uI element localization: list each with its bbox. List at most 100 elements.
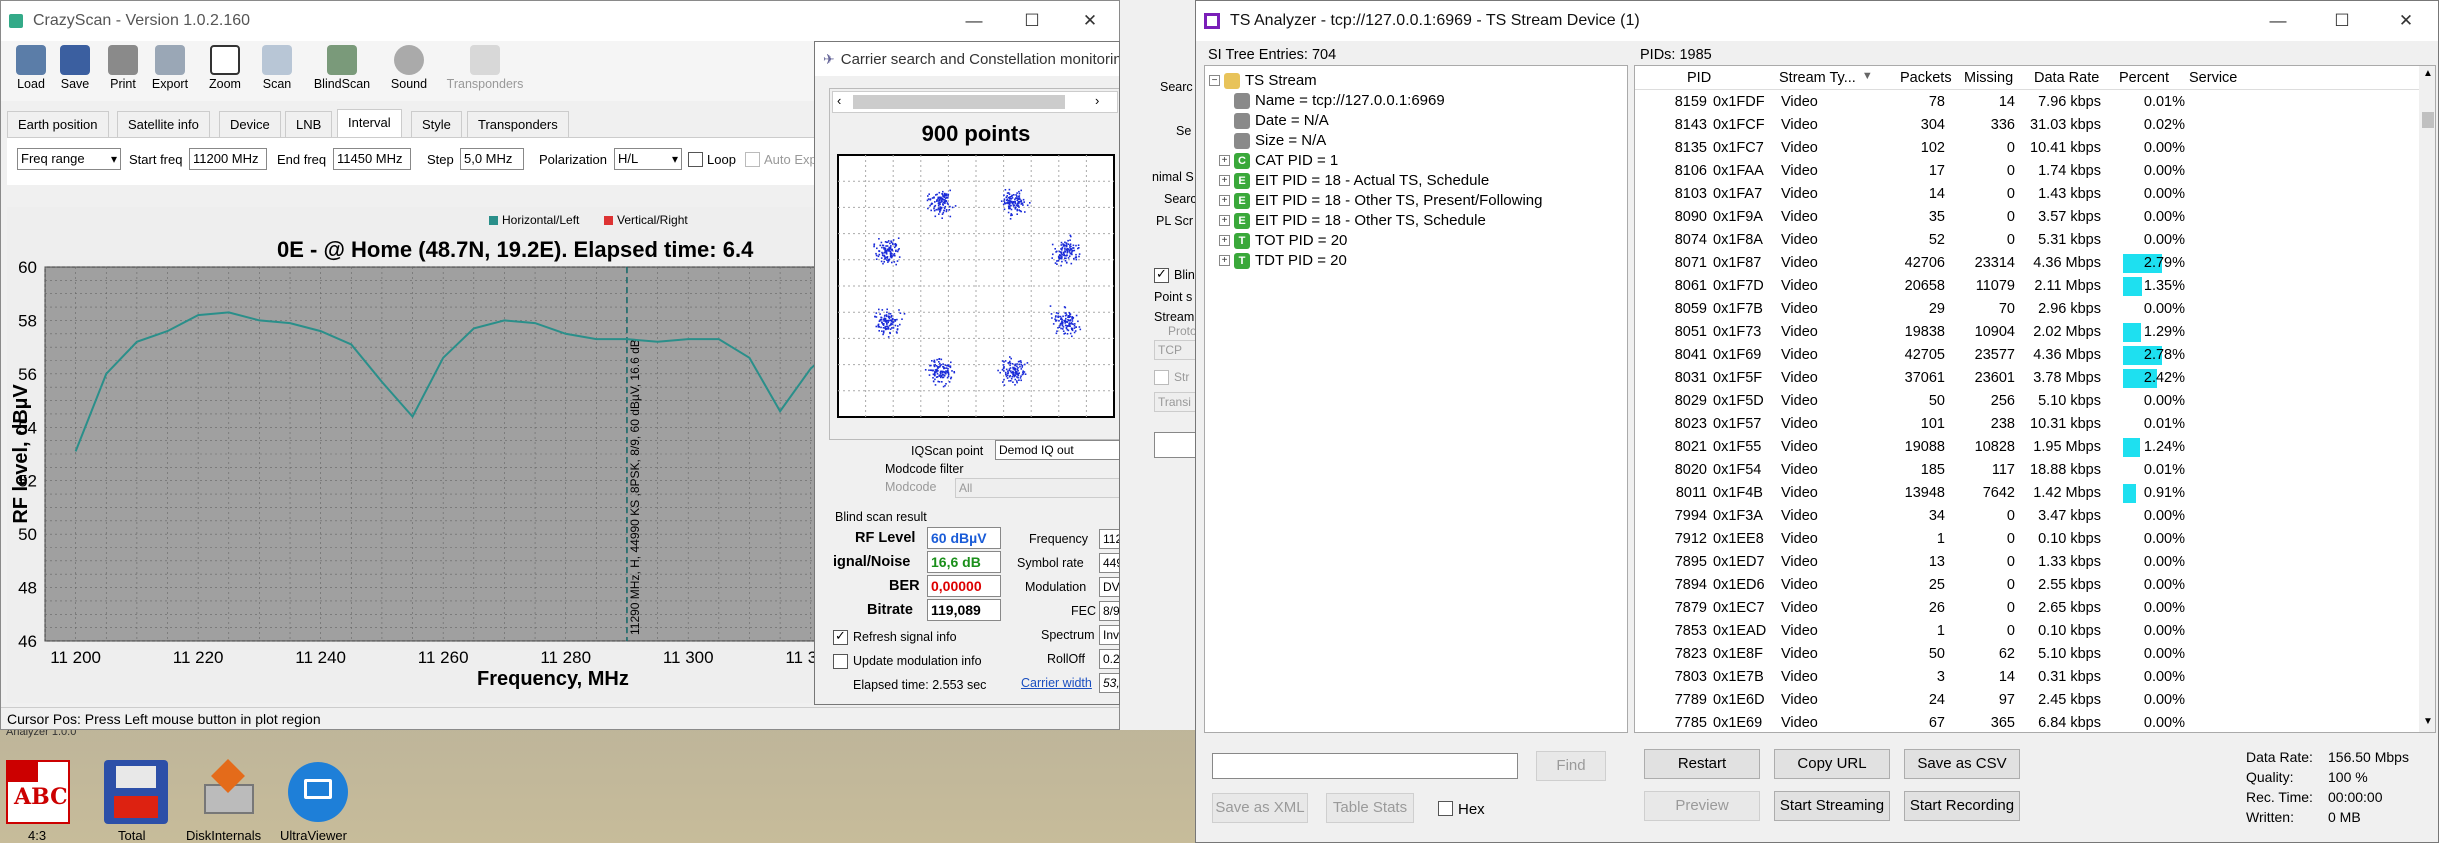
si-tree[interactable]: − TS Stream Name = tcp://127.0.0.1:6969 Dat… bbox=[1204, 65, 1628, 733]
scan-button[interactable]: Scan bbox=[253, 45, 301, 91]
tab-satellite-info[interactable]: Satellite info bbox=[117, 111, 210, 139]
tree-node[interactable]: + C CAT PID = 1 bbox=[1219, 152, 1338, 169]
table-row[interactable]: 8071 0x1F87 Video 42706 23314 4.36 Mbps 2.79% bbox=[1635, 252, 2419, 275]
tab-earth-position[interactable]: Earth position bbox=[7, 111, 109, 139]
tab-style[interactable]: Style bbox=[411, 111, 462, 139]
range-mode-select[interactable]: Freq range bbox=[17, 148, 121, 170]
stream-checkbox[interactable] bbox=[1154, 370, 1169, 385]
scroll-thumb[interactable] bbox=[2422, 112, 2434, 128]
expand-icon[interactable]: + bbox=[1219, 235, 1230, 246]
tree-node[interactable]: + E EIT PID = 18 - Other TS, Schedule bbox=[1219, 212, 1486, 229]
table-row[interactable]: 7879 0x1EC7 Video 26 0 2.65 kbps 0.00% bbox=[1635, 597, 2419, 620]
table-row[interactable]: 8031 0x1F5F Video 37061 23601 3.78 Mbps 2.42% bbox=[1635, 367, 2419, 390]
abc-app-icon[interactable]: ABC bbox=[6, 760, 70, 824]
loop-checkbox[interactable] bbox=[688, 152, 703, 167]
ultraviewer-icon[interactable] bbox=[288, 762, 348, 822]
table-row[interactable]: 8090 0x1F9A Video 35 0 3.57 kbps 0.00% bbox=[1635, 206, 2419, 229]
expand-icon[interactable]: + bbox=[1219, 175, 1230, 186]
blind-checkbox[interactable]: ✓ bbox=[1154, 266, 1169, 283]
expand-icon[interactable]: + bbox=[1219, 215, 1230, 226]
table-row[interactable]: 7853 0x1EAD Video 1 0 0.10 kbps 0.00% bbox=[1635, 620, 2419, 643]
scroll-up-icon[interactable]: ▲ bbox=[2423, 68, 2433, 79]
tree-node[interactable]: Date = N/A bbox=[1219, 112, 1329, 129]
update-modulation-checkbox[interactable] bbox=[833, 654, 848, 669]
table-row[interactable]: 8041 0x1F69 Video 42705 23577 4.36 Mbps 2.78% bbox=[1635, 344, 2419, 367]
table-row[interactable]: 8021 0x1F55 Video 19088 10828 1.95 Mbps 1.24% bbox=[1635, 436, 2419, 459]
hex-checkbox[interactable] bbox=[1438, 801, 1453, 816]
table-row[interactable]: 7823 0x1E8F Video 50 62 5.10 kbps 0.00% bbox=[1635, 643, 2419, 666]
tree-node[interactable]: + E EIT PID = 18 - Other TS, Present/Follo… bbox=[1219, 192, 1542, 209]
tree-node[interactable]: − TS Stream bbox=[1209, 72, 1317, 89]
table-row[interactable]: 8023 0x1F57 Video 101 238 10.31 kbps 0.01% bbox=[1635, 413, 2419, 436]
spectrum-select[interactable]: Inverted bbox=[1099, 625, 1119, 645]
save-button[interactable]: Save bbox=[51, 45, 99, 91]
tree-node[interactable]: + T TDT PID = 20 bbox=[1219, 252, 1347, 269]
tab-interval[interactable]: Interval bbox=[337, 109, 402, 139]
tree-node[interactable]: + T TOT PID = 20 bbox=[1219, 232, 1347, 249]
export-button[interactable]: Export bbox=[146, 45, 194, 91]
transponders-button[interactable]: Transponders bbox=[445, 45, 525, 91]
start-freq-input[interactable]: 11200 MHz bbox=[189, 148, 267, 170]
start-recording-button[interactable]: Start Recording bbox=[1904, 791, 2020, 821]
vertical-scrollbar[interactable]: ▲ ▼ bbox=[2419, 66, 2435, 732]
table-row[interactable]: 8051 0x1F73 Video 19838 10904 2.02 Mbps 1.29% bbox=[1635, 321, 2419, 344]
table-row[interactable]: 8159 0x1FDF Video 78 14 7.96 kbps 0.01% bbox=[1635, 91, 2419, 114]
carrier-width-label[interactable]: Carrier width bbox=[1021, 676, 1092, 690]
auto-exp-checkbox[interactable] bbox=[745, 152, 760, 167]
maximize-button[interactable]: ☐ bbox=[2310, 1, 2374, 41]
table-row[interactable]: 8106 0x1FAA Video 17 0 1.74 kbps 0.00% bbox=[1635, 160, 2419, 183]
table-row[interactable]: 7894 0x1ED6 Video 25 0 2.55 kbps 0.00% bbox=[1635, 574, 2419, 597]
save-as-csv-button[interactable]: Save as CSV bbox=[1904, 749, 2020, 779]
table-stats-button[interactable]: Table Stats bbox=[1326, 793, 1414, 823]
col-service[interactable]: Service bbox=[2189, 70, 2237, 86]
tab-device[interactable]: Device bbox=[219, 111, 281, 139]
col-stream-type[interactable]: Stream Ty... ▼ bbox=[1779, 70, 1873, 86]
close-button[interactable]: ✕ bbox=[2374, 1, 2438, 41]
horizontal-scrollbar[interactable]: ‹ › bbox=[832, 91, 1118, 113]
col-data-rate[interactable]: Data Rate bbox=[2034, 70, 2099, 86]
table-row[interactable]: 7994 0x1F3A Video 34 0 3.47 kbps 0.00% bbox=[1635, 505, 2419, 528]
scroll-thumb[interactable] bbox=[853, 95, 1065, 109]
expand-icon[interactable]: + bbox=[1219, 255, 1230, 266]
restart-button[interactable]: Restart bbox=[1644, 749, 1760, 779]
find-button[interactable]: Find bbox=[1536, 751, 1606, 781]
total-commander-icon[interactable] bbox=[104, 760, 168, 824]
table-row[interactable]: 8103 0x1FA7 Video 14 0 1.43 kbps 0.00% bbox=[1635, 183, 2419, 206]
table-row[interactable]: 7785 0x1E69 Video 67 365 6.84 kbps 0.00% bbox=[1635, 712, 2419, 732]
tab-lnb[interactable]: LNB bbox=[285, 111, 333, 139]
refresh-signal-checkbox[interactable]: ✓ bbox=[833, 628, 848, 645]
maximize-button[interactable]: ☐ bbox=[1003, 1, 1061, 41]
save-as-xml-button[interactable]: Save as XML bbox=[1212, 793, 1308, 823]
tree-node[interactable]: Size = N/A bbox=[1219, 132, 1326, 149]
tree-node[interactable]: + E EIT PID = 18 - Actual TS, Schedule bbox=[1219, 172, 1489, 189]
minimize-button[interactable]: — bbox=[945, 1, 1003, 41]
expand-icon[interactable]: + bbox=[1219, 155, 1230, 166]
table-row[interactable]: 8135 0x1FC7 Video 102 0 10.41 kbps 0.00% bbox=[1635, 137, 2419, 160]
copy-url-button[interactable]: Copy URL bbox=[1774, 749, 1890, 779]
table-row[interactable]: 8061 0x1F7D Video 20658 11079 2.11 Mbps 1.35% bbox=[1635, 275, 2419, 298]
sound-button[interactable]: Sound bbox=[385, 45, 433, 91]
table-row[interactable]: 7803 0x1E7B Video 3 14 0.31 kbps 0.00% bbox=[1635, 666, 2419, 689]
protocol-select[interactable]: TCP bbox=[1154, 340, 1200, 360]
close-button[interactable]: ✕ bbox=[1061, 1, 1119, 41]
collapse-icon[interactable]: − bbox=[1209, 75, 1220, 86]
table-row[interactable]: 7789 0x1E6D Video 24 97 2.45 kbps 0.00% bbox=[1635, 689, 2419, 712]
table-row[interactable]: 8074 0x1F8A Video 52 0 5.31 kbps 0.00% bbox=[1635, 229, 2419, 252]
scroll-down-icon[interactable]: ▼ bbox=[2423, 716, 2433, 727]
scroll-right-icon[interactable]: › bbox=[1095, 93, 1099, 108]
col-pid[interactable]: PID bbox=[1687, 70, 1711, 86]
polarization-select[interactable]: H/L bbox=[614, 148, 682, 170]
iqscan-select[interactable]: Demod IQ out bbox=[995, 440, 1119, 460]
expand-icon[interactable]: + bbox=[1219, 195, 1230, 206]
modcode-select[interactable]: All bbox=[955, 478, 1119, 498]
zoom-button[interactable]: Zoom bbox=[201, 45, 249, 91]
table-row[interactable]: 7912 0x1EE8 Video 1 0 0.10 kbps 0.00% bbox=[1635, 528, 2419, 551]
search-input[interactable] bbox=[1212, 753, 1518, 779]
table-row[interactable]: 7895 0x1ED7 Video 13 0 1.33 kbps 0.00% bbox=[1635, 551, 2419, 574]
fec-select[interactable]: 8/9 bbox=[1099, 601, 1119, 621]
load-button[interactable]: Load bbox=[7, 45, 55, 91]
preview-button[interactable]: Preview bbox=[1644, 791, 1760, 821]
print-button[interactable]: Print bbox=[99, 45, 147, 91]
step-input[interactable]: 5,0 MHz bbox=[460, 148, 524, 170]
modulation-select[interactable]: DVB-S2/8PS bbox=[1099, 577, 1119, 597]
